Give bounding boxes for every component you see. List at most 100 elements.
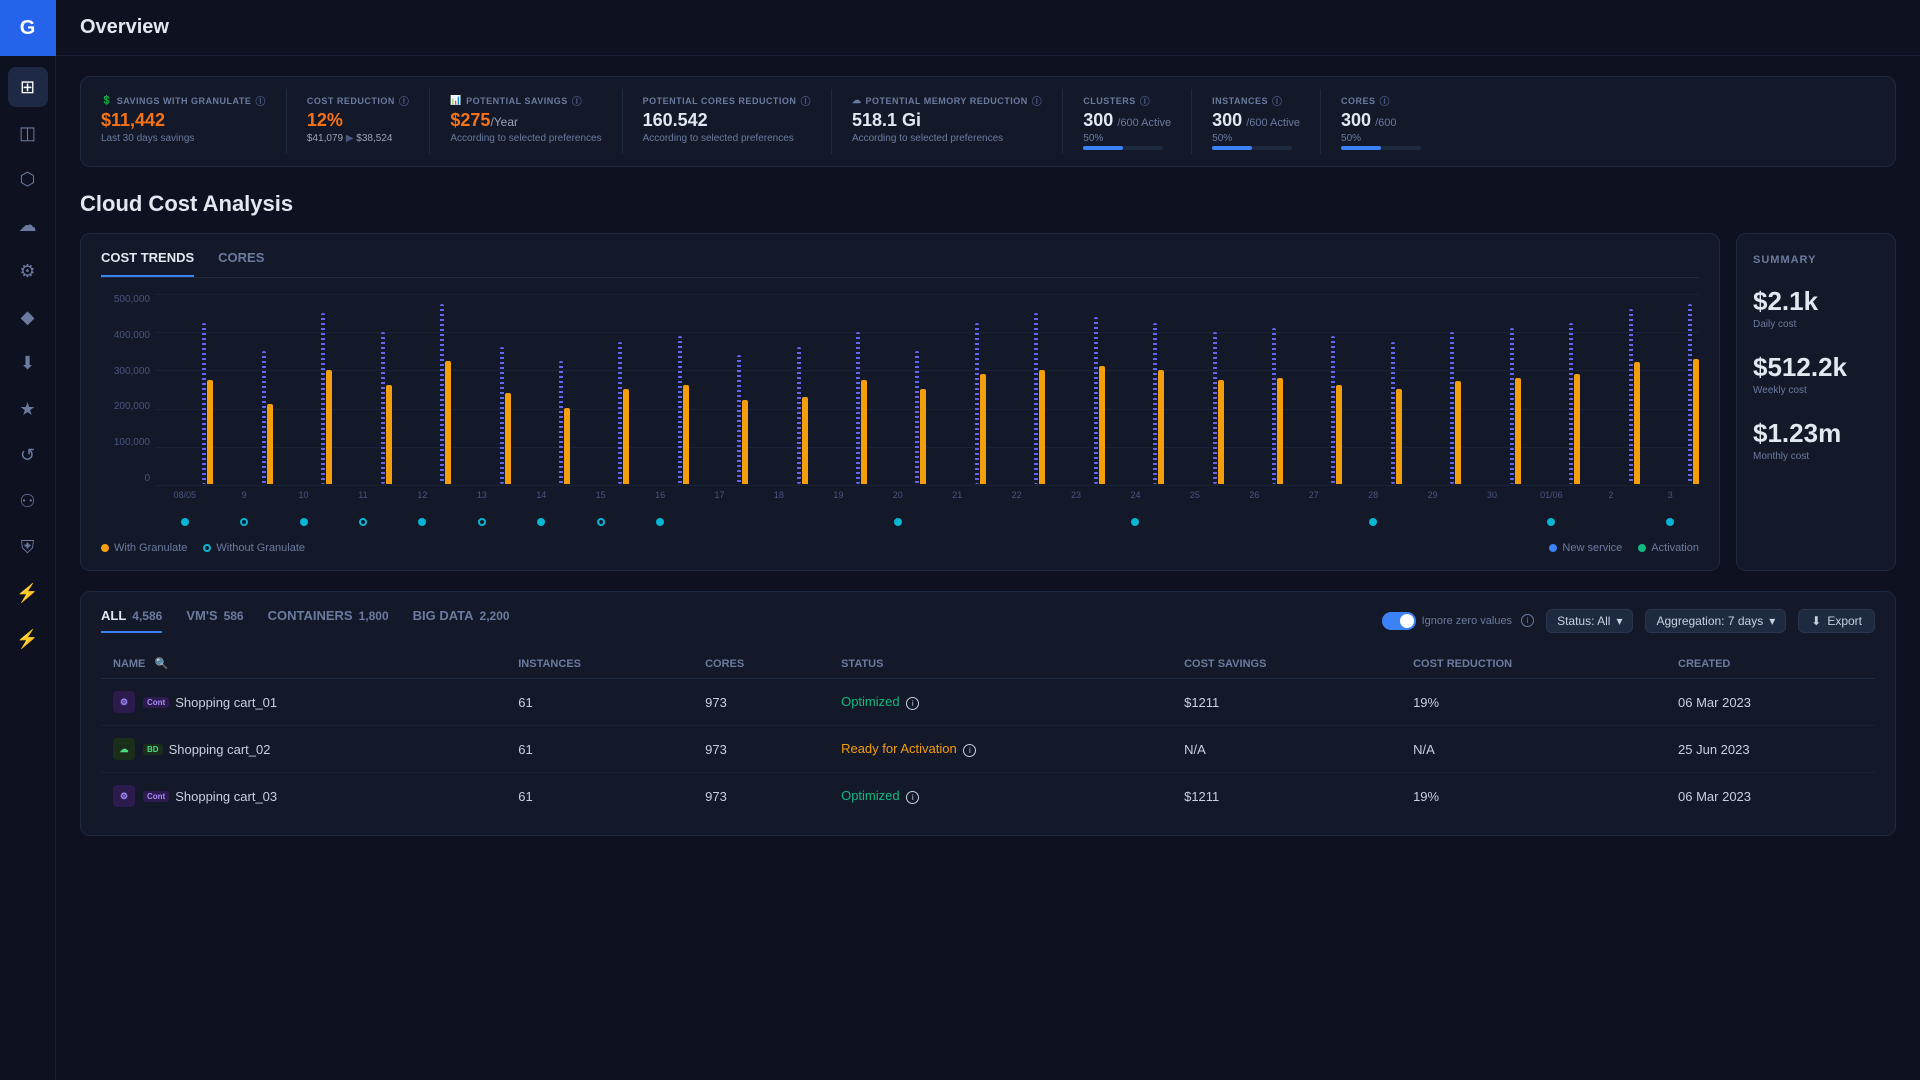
stat-instances-value: 300	[1212, 110, 1242, 131]
instances-progress-fill	[1212, 146, 1252, 150]
sidebar-item-star[interactable]: ★	[8, 389, 48, 429]
bar-group	[1166, 294, 1223, 484]
table-row[interactable]: ⚙ Cont Shopping cart_01 61 973 Optimized…	[101, 679, 1875, 726]
summary-card: SUMMARY $2.1k Daily cost $512.2k Weekly …	[1736, 233, 1896, 571]
status-select[interactable]: Status: All ▾	[1546, 609, 1633, 633]
stat-potential-cores: POTENTIAL CORES REDUCTION ⓘ 160.542 Acco…	[643, 89, 832, 154]
ignore-zero-info-icon[interactable]: i	[1521, 614, 1534, 627]
stat-potential-cores-label: POTENTIAL CORES REDUCTION ⓘ	[643, 93, 811, 108]
bar-dotted	[1569, 323, 1573, 485]
bar-solid	[742, 400, 748, 484]
table-row[interactable]: ⚙ Cont Shopping cart_03 61 973 Optimized…	[101, 773, 1875, 820]
sidebar-item-network[interactable]: ⬡	[8, 159, 48, 199]
bar-solid	[1693, 359, 1699, 484]
table-card: ALL 4,586 VM'S 586 CONTAINERS 1,800 BIG …	[80, 591, 1896, 836]
tab-all[interactable]: ALL 4,586	[101, 608, 162, 633]
dot	[1131, 518, 1139, 526]
sidebar-item-settings[interactable]: ⚙	[8, 251, 48, 291]
table-row[interactable]: ☁ BD Shopping cart_02 61 973 Ready for A…	[101, 726, 1875, 773]
bar-dotted	[559, 361, 563, 485]
cell-name: ⚙ Cont Shopping cart_01	[101, 679, 506, 726]
chart-tabs: COST TRENDS CORES	[101, 250, 1699, 278]
stat-clusters: CLUSTERS ⓘ 300 /600 Active 50%	[1083, 89, 1192, 154]
dot-item	[275, 518, 332, 526]
status-info-icon[interactable]: i	[963, 744, 976, 757]
status-info-icon[interactable]: i	[906, 791, 919, 804]
savings-info-icon[interactable]: ⓘ	[255, 93, 266, 108]
bar-group	[1404, 294, 1461, 484]
sidebar-item-layers[interactable]: ◫	[8, 113, 48, 153]
dot	[1429, 518, 1437, 526]
dot-item	[1285, 518, 1342, 526]
bar-solid	[445, 361, 451, 485]
dot-item	[988, 518, 1045, 526]
cores-progress-bar	[1341, 146, 1421, 150]
summary-weekly-value: $512.2k	[1753, 352, 1879, 383]
status-info-icon[interactable]: i	[906, 697, 919, 710]
bar-dotted	[1213, 332, 1217, 484]
dot	[656, 518, 664, 526]
cell-cores: 973	[693, 773, 829, 820]
dot	[181, 518, 189, 526]
dot	[1250, 518, 1258, 526]
app-logo[interactable]: G	[0, 0, 56, 56]
legend-dot-filled	[101, 544, 109, 552]
tab-vms[interactable]: VM'S 586	[186, 608, 243, 633]
ignore-zero-toggle[interactable]	[1382, 612, 1416, 630]
export-button[interactable]: ⬇ Export	[1798, 609, 1875, 633]
potential-savings-info-icon[interactable]: ⓘ	[572, 93, 583, 108]
search-icon[interactable]: 🔍	[154, 658, 168, 670]
legend-dot-outlined	[203, 544, 211, 552]
sidebar-item-plugin2[interactable]: ⚡	[8, 619, 48, 659]
potential-memory-info-icon[interactable]: ⓘ	[1032, 93, 1043, 108]
sidebar-item-restore[interactable]: ↺	[8, 435, 48, 475]
cost-reduction-info-icon[interactable]: ⓘ	[399, 93, 410, 108]
x-label: 18	[750, 486, 807, 514]
dot	[775, 518, 783, 526]
dot-item	[1226, 518, 1283, 526]
cell-status: Optimized i	[829, 679, 1172, 726]
cores-info-icon[interactable]: ⓘ	[1380, 93, 1391, 108]
tab-containers[interactable]: CONTAINERS 1,800	[268, 608, 389, 633]
bar-dotted	[1510, 328, 1514, 484]
sidebar-item-deploy[interactable]: ◆	[8, 297, 48, 337]
bar-dotted	[1331, 336, 1335, 484]
col-cost-reduction: COST REDUCTION	[1401, 649, 1666, 679]
stat-potential-savings-sub: According to selected preferences	[450, 133, 601, 144]
instances-info-icon[interactable]: ⓘ	[1272, 93, 1283, 108]
cell-status: Optimized i	[829, 773, 1172, 820]
tab-cost-trends[interactable]: COST TRENDS	[101, 250, 194, 277]
sidebar-item-plugin1[interactable]: ⚡	[8, 573, 48, 613]
bar-solid	[386, 385, 392, 484]
bar-dotted	[1094, 317, 1098, 484]
sidebar-item-users[interactable]: ⚇	[8, 481, 48, 521]
sidebar-item-shield[interactable]: ⛨	[8, 527, 48, 567]
sidebar-item-dashboard[interactable]: ⊞	[8, 67, 48, 107]
bar-solid	[623, 389, 629, 484]
summary-monthly-label: Monthly cost	[1753, 451, 1879, 462]
cell-created: 06 Mar 2023	[1666, 773, 1875, 820]
clusters-info-icon[interactable]: ⓘ	[1140, 93, 1151, 108]
stat-potential-memory-label: ☁ POTENTIAL MEMORY REDUCTION ⓘ	[852, 93, 1042, 108]
bar-solid	[505, 393, 511, 484]
sidebar-item-inbox[interactable]: ⬇	[8, 343, 48, 383]
dot	[300, 518, 308, 526]
x-label: 01/06	[1523, 486, 1580, 514]
sidebar-item-cloud[interactable]: ☁	[8, 205, 48, 245]
potential-cores-info-icon[interactable]: ⓘ	[800, 93, 811, 108]
instances-progress-bar	[1212, 146, 1292, 150]
stat-cost-reduction: COST REDUCTION ⓘ 12% $41,079 ▶ $38,524	[307, 89, 431, 154]
dot	[1369, 518, 1377, 526]
stat-potential-cores-value: 160.542	[643, 110, 811, 131]
aggregation-select[interactable]: Aggregation: 7 days ▾	[1645, 609, 1786, 633]
dot-item	[1107, 518, 1164, 526]
table-header-row: NAME 🔍 INSTANCES CORES STATUS COST SAVIN…	[101, 649, 1875, 679]
tab-cores[interactable]: CORES	[218, 250, 264, 277]
row-badge: BD	[143, 744, 163, 755]
tab-bigdata[interactable]: BIG DATA 2,200	[413, 608, 510, 633]
stat-potential-memory-sub: According to selected preferences	[852, 133, 1042, 144]
dot-item	[1642, 518, 1699, 526]
stat-cores-value: 300	[1341, 110, 1371, 131]
dot	[1488, 518, 1496, 526]
bar-group	[334, 294, 391, 484]
